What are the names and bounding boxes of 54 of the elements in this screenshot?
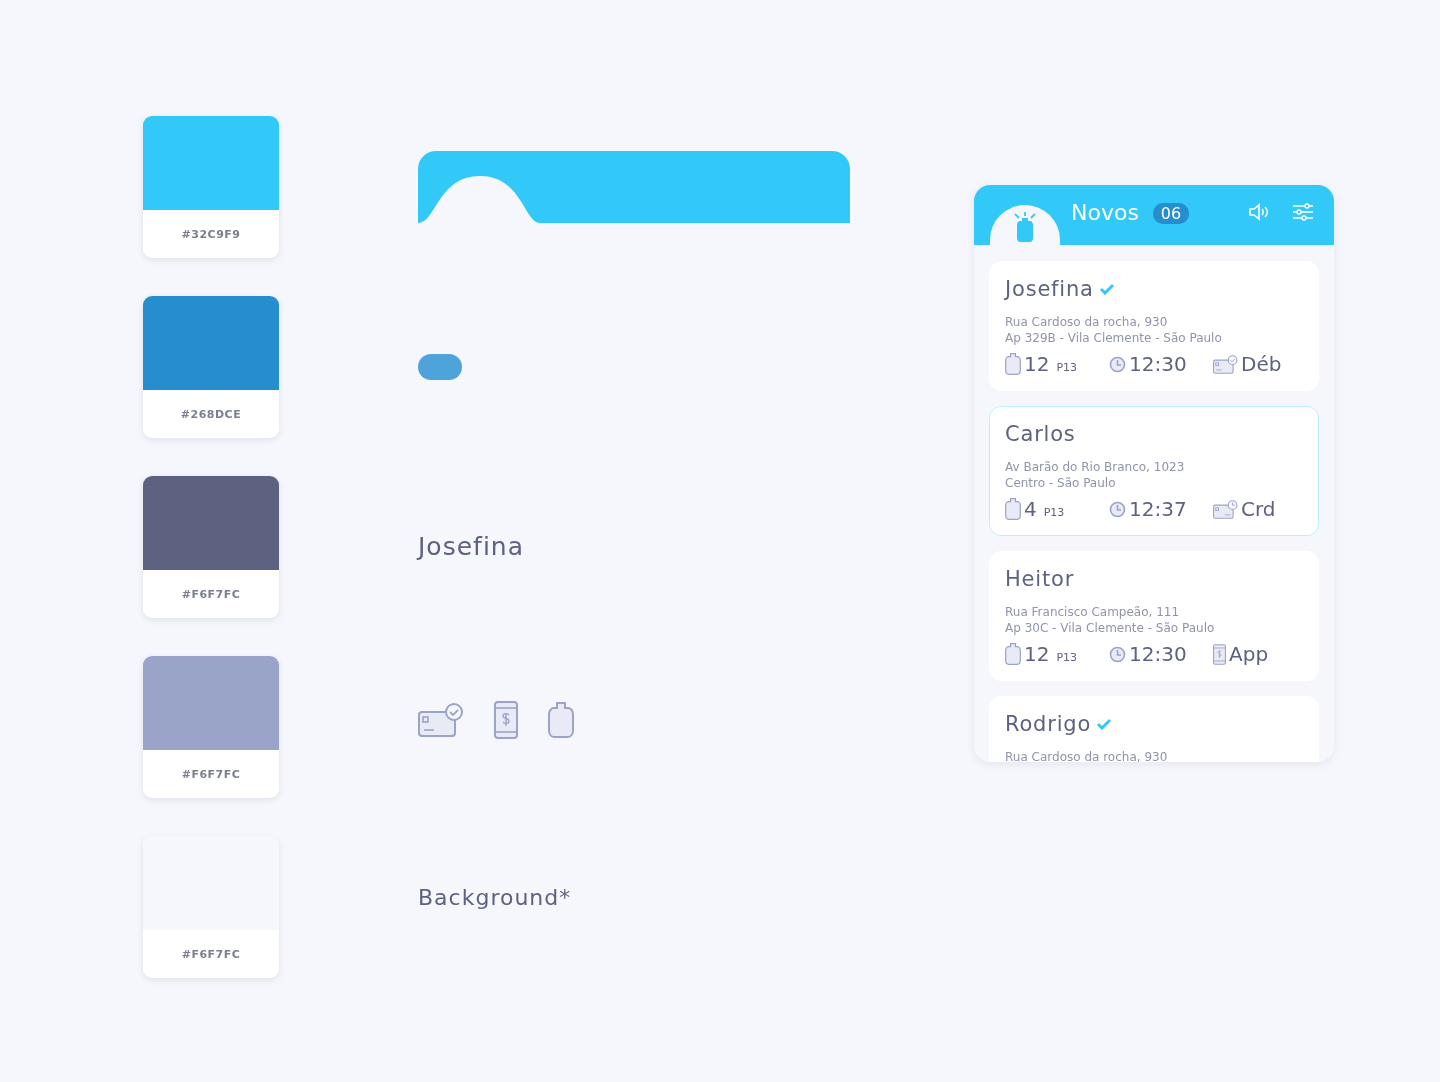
- hex-code: #F6F7FC: [180, 766, 242, 783]
- address-line: Ap 30C - Vila Clemente - São Paulo: [1005, 620, 1216, 636]
- gas-cylinder-icon: [1005, 353, 1021, 375]
- phone-money-icon: [494, 701, 518, 739]
- unit-text: P13: [1043, 505, 1065, 519]
- customer-name: Heitor: [1005, 567, 1075, 591]
- gas-cylinder-icon: [1005, 498, 1021, 520]
- clock-icon: [1109, 645, 1126, 663]
- quantity-text: 12: [1024, 352, 1050, 376]
- customer-name: Rodrigo: [1005, 712, 1092, 736]
- time-text: 12:30: [1129, 642, 1187, 666]
- customer-name: Carlos: [1005, 422, 1076, 446]
- order-card[interactable]: Heitor Rua Francisco Campeão, 111 Ap 30C - Vila Clemente - São Paulo 12 P13 12:30 App: [989, 551, 1319, 681]
- quantity-text: 12: [1024, 642, 1050, 666]
- gas-cylinder-icon: [1005, 643, 1021, 665]
- address-line: Rua Francisco Campeão, 111: [1005, 604, 1181, 620]
- unit-text: P13: [1056, 650, 1078, 664]
- panel-title: Novos: [1071, 199, 1139, 225]
- payment-text: Déb: [1241, 352, 1282, 376]
- gas-alert-icon: [1012, 211, 1038, 243]
- speaker-icon: [1248, 203, 1270, 221]
- phone-money-icon: [1213, 643, 1226, 665]
- address-line: Av Barão do Rio Branco, 1023: [1005, 459, 1186, 475]
- order-card[interactable]: Rodrigo Rua Cardoso da rocha, 930: [989, 696, 1319, 762]
- address-line: Rua Cardoso da rocha, 930: [1005, 314, 1169, 330]
- hex-code: #F6F7FC: [180, 946, 242, 963]
- address-line: Rua Cardoso da rocha, 930: [1005, 749, 1169, 762]
- payment-text: App: [1229, 642, 1269, 666]
- address-line: Centro - São Paulo: [1005, 475, 1117, 491]
- order-card[interactable]: Josefina Rua Cardoso da rocha, 930 Ap 329B - Vila Clemente - São Paulo 12 P13 12:30 Déb: [989, 261, 1319, 391]
- unit-text: P13: [1056, 360, 1078, 374]
- card-check-icon: [418, 703, 464, 737]
- order-card[interactable]: Carlos Av Barão do Rio Branco, 1023 Centro - São Paulo 4 P13 12:37 Crd: [989, 406, 1319, 536]
- badge-pill-shape: [418, 354, 462, 380]
- address-line: Ap 329B - Vila Clemente - São Paulo: [1005, 330, 1223, 346]
- card-clock-icon: [1213, 499, 1238, 519]
- hex-code: #F6F7FC: [180, 586, 242, 603]
- hex-code: #268DCE: [179, 406, 243, 423]
- customer-name: Josefina: [1005, 277, 1094, 301]
- clock-icon: [1109, 500, 1126, 518]
- card-check-icon: [1213, 354, 1238, 374]
- volume-button[interactable]: [1248, 203, 1270, 221]
- hex-code: #32C9F9: [180, 226, 242, 243]
- filter-button[interactable]: [1292, 203, 1314, 221]
- count-badge: 06: [1152, 202, 1190, 224]
- time-text: 12:30: [1129, 352, 1187, 376]
- payment-text: Crd: [1241, 497, 1276, 521]
- sliders-icon: [1292, 203, 1314, 221]
- clock-icon: [1109, 355, 1126, 373]
- quantity-text: 4: [1024, 497, 1037, 521]
- background-label: Background*: [418, 885, 573, 910]
- sample-name-text: Josefina: [418, 532, 525, 561]
- gas-cylinder-icon: [548, 702, 574, 738]
- time-text: 12:37: [1129, 497, 1187, 521]
